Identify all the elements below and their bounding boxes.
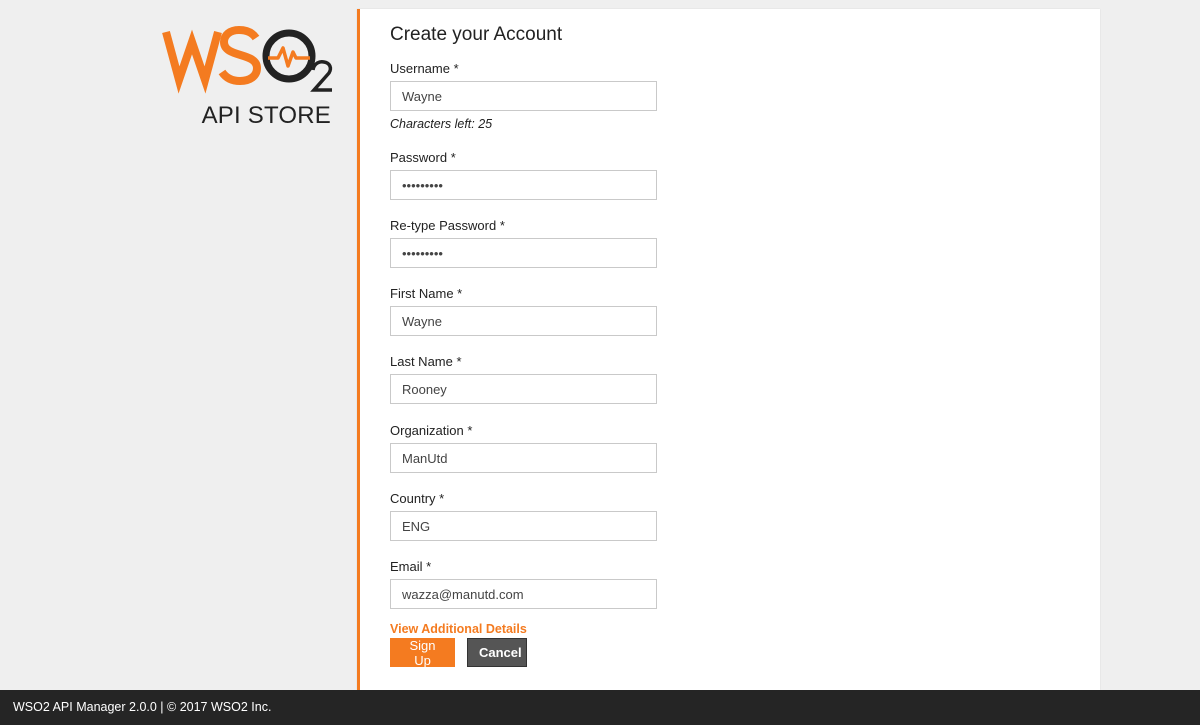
retype-password-field-group: Re-type Password *: [390, 218, 690, 268]
view-additional-details-link[interactable]: View Additional Details: [390, 622, 527, 636]
characters-left-hint: Characters left: 25: [390, 117, 493, 131]
first-name-label: First Name *: [390, 286, 463, 301]
organization-label: Organization *: [390, 423, 473, 438]
retype-password-label: Re-type Password *: [390, 218, 505, 233]
country-input[interactable]: [390, 511, 657, 541]
email-input[interactable]: [390, 579, 657, 609]
page-title: Create your Account: [390, 24, 563, 45]
footer: WSO2 API Manager 2.0.0 | © 2017 WSO2 Inc…: [0, 690, 1200, 725]
password-input[interactable]: [390, 170, 657, 200]
first-name-input[interactable]: [390, 306, 657, 336]
sign-up-button[interactable]: Sign Up: [390, 638, 455, 668]
country-label: Country *: [390, 491, 445, 506]
last-name-label: Last Name *: [390, 354, 462, 369]
wso2-logo-icon: [162, 25, 333, 94]
wso2-logo: API STORE: [150, 18, 340, 138]
organization-field-group: Organization *: [390, 423, 690, 473]
username-field-group: Username * Characters left: 25: [390, 61, 690, 131]
last-name-input[interactable]: [390, 374, 657, 404]
last-name-field-group: Last Name *: [390, 354, 690, 404]
password-label: Password *: [390, 150, 456, 165]
signup-card: Create your Account Username * Character…: [357, 9, 1100, 690]
password-field-group: Password *: [390, 150, 690, 200]
footer-text: WSO2 API Manager 2.0.0 | © 2017 WSO2 Inc…: [13, 700, 272, 714]
organization-input[interactable]: [390, 443, 657, 473]
username-label: Username *: [390, 61, 459, 76]
username-input[interactable]: [390, 81, 657, 111]
cancel-button[interactable]: Cancel: [467, 638, 527, 667]
country-field-group: Country *: [390, 491, 690, 541]
first-name-field-group: First Name *: [390, 286, 690, 336]
email-field-group: Email *: [390, 559, 690, 609]
api-store-subtitle: API STORE: [201, 102, 331, 129]
retype-password-input[interactable]: [390, 238, 657, 268]
email-label: Email *: [390, 559, 432, 574]
